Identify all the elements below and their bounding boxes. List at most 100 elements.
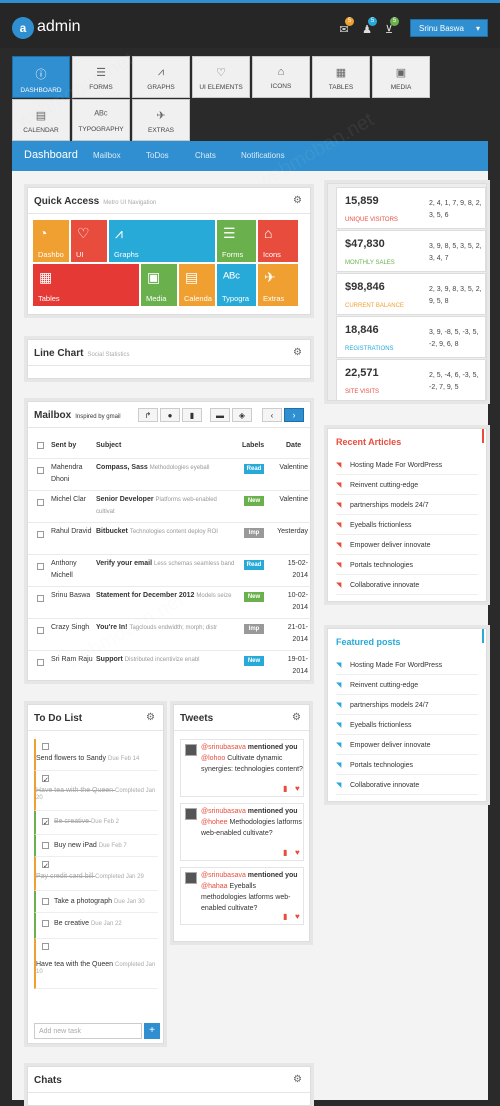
todo-checkbox[interactable]: [42, 943, 49, 950]
nav-tile-extras[interactable]: ✈ EXTRAS: [132, 99, 190, 141]
add-task-button[interactable]: +: [144, 1023, 160, 1039]
quick-tile[interactable]: ⩘ Graphs: [109, 220, 215, 262]
folder-icon[interactable]: ▬: [210, 408, 230, 422]
gear-icon[interactable]: ⚙: [292, 712, 301, 723]
quick-tile[interactable]: ✈ Extras: [258, 264, 298, 306]
arrow-icon: ◥: [336, 662, 342, 669]
trash-icon[interactable]: ▮: [283, 912, 287, 921]
quick-tile-label: Calenda: [184, 294, 212, 303]
nav-tile-media[interactable]: ▣ MEDIA: [372, 56, 430, 98]
nav-tile-graphs[interactable]: ⩘ GRAPHS: [132, 56, 190, 98]
tweet-user[interactable]: @srinubasava: [201, 744, 248, 751]
table-row[interactable]: Mahendra Dhoni Compass, Sass Methodologie…: [28, 458, 312, 490]
todo-checkbox[interactable]: ✓: [42, 861, 49, 870]
trash-icon[interactable]: ▮: [283, 848, 287, 857]
gear-icon[interactable]: ⚙: [146, 712, 155, 723]
forward-icon[interactable]: ↱: [138, 408, 158, 422]
list-item[interactable]: ◥ Eyeballs frictionless: [336, 521, 478, 535]
todo-item[interactable]: ✓ Be creative Due Feb 2: [34, 811, 158, 835]
table-row[interactable]: Crazy Singh You're In! Tagclouds endwidth…: [28, 618, 312, 650]
list-item[interactable]: ◥ partnerships models 24/7: [336, 501, 478, 515]
nav-tile-tables[interactable]: ▦ TABLES: [312, 56, 370, 98]
todo-checkbox[interactable]: [42, 898, 49, 905]
table-row[interactable]: Michel Clar Senior Developer Platforms we…: [28, 490, 312, 522]
todo-item[interactable]: Be creative Due Jan 22: [34, 913, 158, 939]
subject-preview: Less schemas seamless band: [153, 561, 235, 567]
bell-icon[interactable]: ♟ 5: [360, 17, 377, 36]
list-item[interactable]: ◥ Collaborative innovate: [336, 581, 478, 595]
row-checkbox[interactable]: [37, 531, 44, 538]
tweet-user[interactable]: @srinubasava: [201, 808, 248, 815]
heart-icon[interactable]: ♥: [295, 848, 300, 857]
todo-checkbox[interactable]: [42, 842, 49, 849]
row-checkbox[interactable]: [37, 563, 44, 570]
row-checkbox[interactable]: [37, 499, 44, 506]
todo-item[interactable]: Take a photograph Due Jan 30: [34, 891, 158, 913]
todo-item[interactable]: ✓ Have tea with the Queen Completed Jan 2…: [34, 771, 158, 811]
row-checkbox[interactable]: [37, 595, 44, 602]
brand-title[interactable]: admin: [37, 18, 81, 36]
nav-tile-ui-elements[interactable]: ♡ UI ELEMENTS: [192, 56, 250, 98]
trash-icon[interactable]: ▮: [182, 408, 202, 422]
new-task-input[interactable]: Add new task: [34, 1023, 142, 1039]
nav-tile-typography[interactable]: ᴬᴮᶜ TYPOGRAPHY: [72, 99, 130, 141]
list-item[interactable]: ◥ Reinvent cutting-edge: [336, 681, 478, 695]
trash-icon[interactable]: ▮: [283, 784, 287, 793]
quick-tile[interactable]: ☰ Forms: [217, 220, 256, 262]
todo-checkbox[interactable]: [42, 920, 49, 927]
quick-tile[interactable]: ▤ Calenda: [179, 264, 215, 306]
row-checkbox[interactable]: [37, 627, 44, 634]
quick-tile[interactable]: ᴬᴮᶜ Typogra: [217, 264, 256, 306]
subnav-chats[interactable]: Chats: [195, 151, 216, 160]
chevron-right-icon[interactable]: ›: [284, 408, 304, 422]
tweet-mention[interactable]: @lohoo: [201, 755, 227, 762]
list-item[interactable]: ◥ Portals technologies: [336, 761, 478, 775]
heart-icon[interactable]: ♥: [295, 912, 300, 921]
todo-checkbox[interactable]: ✓: [42, 818, 49, 827]
quick-tile[interactable]: ▣ Media: [141, 264, 177, 306]
user-dropdown-button[interactable]: Srinu Baswa ▾: [410, 19, 488, 37]
list-item[interactable]: ◥ Reinvent cutting-edge: [336, 481, 478, 495]
row-checkbox[interactable]: [37, 659, 44, 666]
todo-item[interactable]: Send flowers to Sandy Due Feb 14: [34, 739, 158, 771]
gear-icon[interactable]: ⚙: [293, 1074, 302, 1085]
mail-icon[interactable]: ✉ 5: [337, 17, 354, 36]
tweet-mention[interactable]: @hohee: [201, 819, 230, 826]
heart-icon[interactable]: ♥: [295, 784, 300, 793]
tweet-user[interactable]: @srinubasava: [201, 872, 248, 879]
chevron-left-icon[interactable]: ‹: [262, 408, 282, 422]
alert-icon[interactable]: ●: [160, 408, 180, 422]
gear-icon[interactable]: ⚙: [293, 195, 302, 206]
list-item[interactable]: ◥ Collaborative innovate: [336, 781, 478, 795]
row-checkbox[interactable]: [37, 467, 44, 474]
list-item[interactable]: ◥ Hosting Made For WordPress: [336, 461, 478, 475]
list-item[interactable]: ◥ Empower deliver innovate: [336, 741, 478, 755]
nav-tile-icons[interactable]: ⌂ ICONS: [252, 56, 310, 98]
todo-checkbox[interactable]: ✓: [42, 775, 49, 784]
table-row[interactable]: Anthony Michell Verify your email Less sc…: [28, 554, 312, 586]
todo-item[interactable]: Buy new iPad Due Feb 7: [34, 835, 158, 857]
select-all-checkbox[interactable]: [37, 442, 44, 449]
list-item[interactable]: ◥ Hosting Made For WordPress: [336, 661, 478, 675]
tweet-mention[interactable]: @hahaa: [201, 883, 230, 890]
quick-tile[interactable]: ⌂ Icons: [258, 220, 298, 262]
panel-title-text: Line Chart: [34, 348, 84, 359]
todo-item[interactable]: Have tea with the Queen Completed Jan 10: [34, 939, 158, 989]
quick-tile[interactable]: ▦ Tables: [33, 264, 139, 306]
subnav-dashboard[interactable]: Dashboard: [24, 149, 78, 161]
header-date: Date: [286, 442, 302, 449]
list-item[interactable]: ◥ Eyeballs frictionless: [336, 721, 478, 735]
subnav-todos[interactable]: ToDos: [146, 151, 169, 160]
cart-icon[interactable]: ⊻ 5: [382, 17, 399, 36]
table-row[interactable]: Rahul Dravid Bitbucket Technologies conte…: [28, 522, 312, 554]
tag-icon[interactable]: ◈: [232, 408, 252, 422]
subnav-mailbox[interactable]: Mailbox: [93, 151, 121, 160]
gear-icon[interactable]: ⚙: [293, 347, 302, 358]
todo-checkbox[interactable]: [42, 743, 49, 750]
quick-tile[interactable]: ◔ Dashbo: [33, 220, 69, 262]
todo-item[interactable]: ✓ Pay credit card bill Completed Jan 29: [34, 857, 158, 891]
quick-tile[interactable]: ♡ UI: [71, 220, 107, 262]
list-item[interactable]: ◥ Portals technologies: [336, 561, 478, 575]
list-item[interactable]: ◥ Empower deliver innovate: [336, 541, 478, 555]
list-item[interactable]: ◥ partnerships models 24/7: [336, 701, 478, 715]
